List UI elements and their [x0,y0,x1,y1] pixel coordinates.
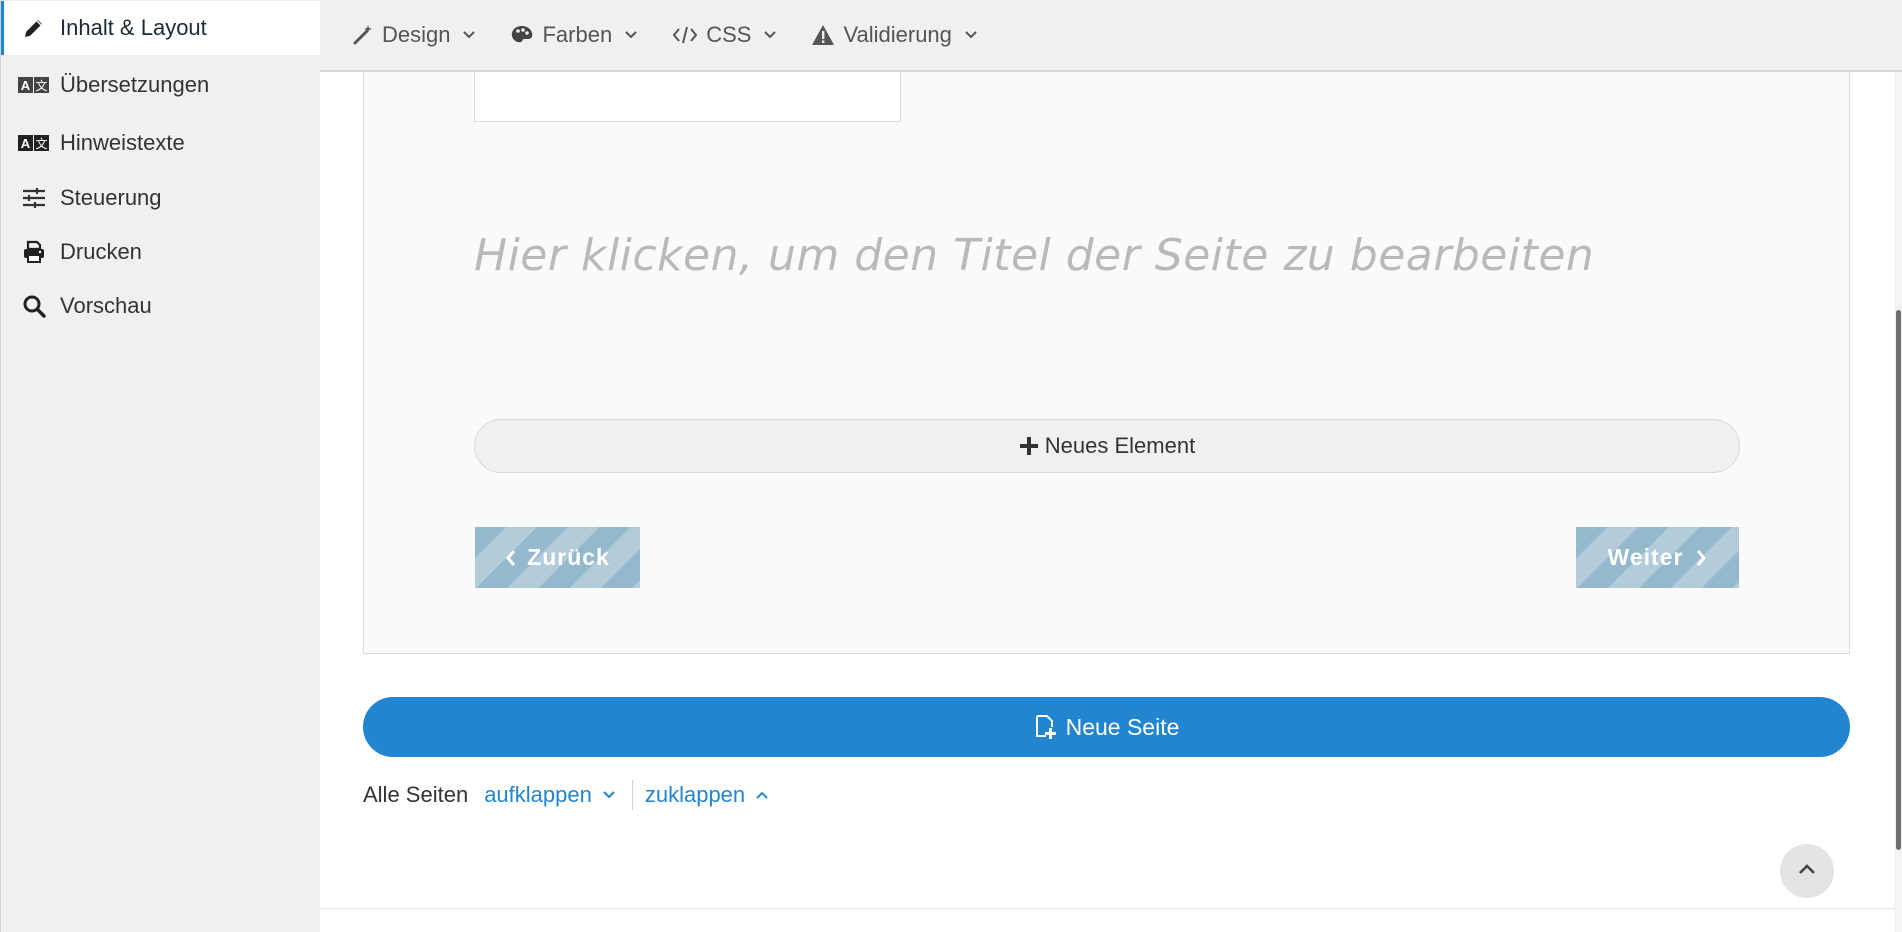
sidebar-item-label: Vorschau [60,293,152,318]
sidebar-item-uebersetzungen[interactable]: A文 Übersetzungen [1,58,321,112]
collapse-all-label: zuklappen [644,782,746,807]
new-page-label: Neue Seite [1065,713,1180,740]
expand-all-label: aufklappen [484,782,592,807]
svg-text:文: 文 [35,78,47,93]
pencil-icon [18,16,50,40]
previous-element-box[interactable] [474,72,901,122]
toolbar-item-label: Farben [542,22,613,47]
scroll-to-top-button[interactable] [1780,844,1834,898]
scrollbar-thumb[interactable] [1896,310,1901,850]
toolbar-item-label: Design [382,22,451,47]
sidebar-item-drucken[interactable]: Drucken [1,225,321,279]
warning-icon [811,24,835,46]
toolbar-item-label: CSS [706,22,752,47]
all-pages-label: Alle Seiten [363,782,469,807]
toolbar-css-dropdown[interactable]: CSS [672,22,777,48]
collapse-all-link[interactable]: zuklappen [645,782,769,808]
toolbar-farben-dropdown[interactable]: Farben [510,22,638,48]
next-label: Weiter [1607,544,1684,570]
all-pages-controls: Alle Seiten aufklappen zuklappen [363,780,769,810]
translate-icon: A文 [18,134,50,152]
footer-divider [320,908,1902,909]
translate-icon: A文 [18,76,50,94]
svg-text:A: A [21,136,31,151]
chevron-down-icon [462,30,476,40]
sidebar-item-hinweistexte[interactable]: A文 Hinweistexte [1,116,321,170]
printer-icon [18,240,50,264]
sidebar-item-label: Drucken [60,239,142,264]
sidebar-item-label: Übersetzungen [60,72,210,97]
chevron-down-icon [763,30,777,40]
sidebar-item-steuerung[interactable]: Steuerung [1,171,321,225]
plus-icon [1019,436,1039,456]
new-element-label: Neues Element [1044,433,1196,458]
svg-text:文: 文 [35,136,47,151]
palette-icon [510,24,534,46]
file-add-icon [1034,714,1058,740]
chevron-down-icon [624,30,638,40]
back-label: Zurück [527,544,610,570]
chevron-up-icon [755,790,769,800]
sidebar: Inhalt & Layout A文 Übersetzungen A文 Hinw… [0,0,321,932]
code-icon [672,25,698,45]
expand-all-link[interactable]: aufklappen [484,782,616,808]
chevron-down-icon [964,30,978,40]
toolbar-validierung-dropdown[interactable]: Validierung [811,22,977,48]
svg-text:A: A [21,78,31,93]
sidebar-item-label: Hinweistexte [60,130,185,155]
back-button[interactable]: Zurück [475,527,640,588]
page-title-placeholder[interactable]: Hier klicken, um den Titel der Seite zu … [474,230,1594,281]
chevron-up-icon [1797,862,1817,881]
magic-wand-icon [352,24,374,46]
toolbar-item-label: Validierung [843,22,952,47]
toolbar-design-dropdown[interactable]: Design [352,22,476,48]
chevron-down-icon [602,790,616,800]
top-toolbar: Design Farben CSS Validierung [320,0,1902,72]
chevron-right-icon [1695,549,1707,567]
sidebar-item-label: Inhalt & Layout [60,15,207,40]
new-page-button[interactable]: Neue Seite [363,697,1850,757]
sidebar-item-vorschau[interactable]: Vorschau [1,279,321,333]
next-button[interactable]: Weiter [1576,527,1739,588]
sliders-icon [18,187,50,209]
sidebar-item-label: Steuerung [60,185,162,210]
divider [631,780,633,810]
chevron-left-icon [505,549,517,567]
search-icon [18,294,50,318]
sidebar-item-inhalt-layout[interactable]: Inhalt & Layout [1,1,321,55]
new-element-button[interactable]: Neues Element [474,419,1740,473]
